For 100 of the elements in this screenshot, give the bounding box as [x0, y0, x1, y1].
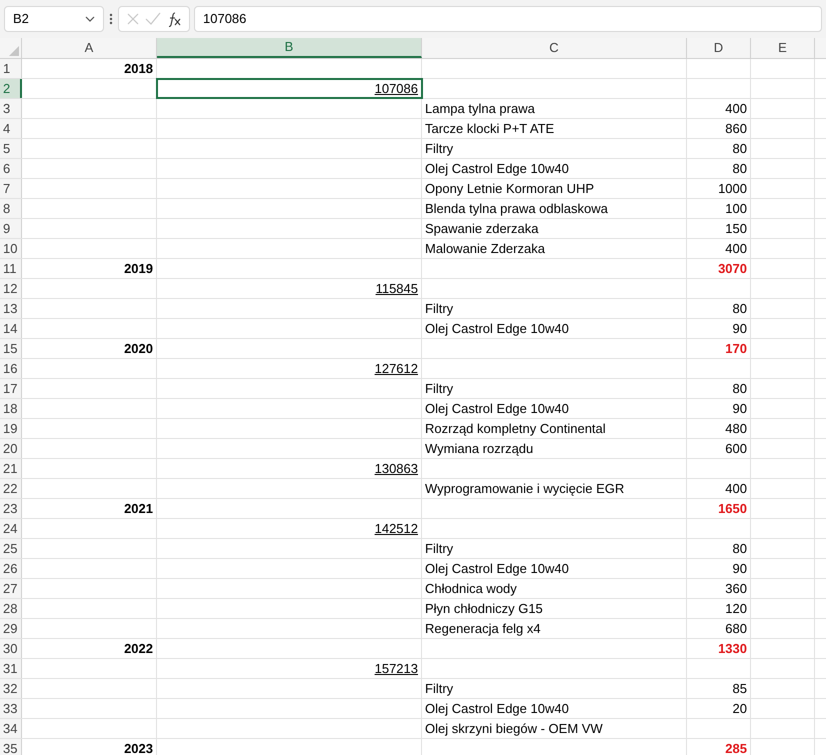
row-header[interactable]: 2 — [0, 79, 22, 98]
item-cell-text: Olej skrzyni biegów - OEM VW — [425, 720, 603, 738]
year-cell-text: 2023 — [124, 740, 153, 755]
cost-cell-text: 400 — [725, 480, 747, 498]
item-cell-text: Rozrząd kompletny Continental — [425, 420, 606, 438]
row-header[interactable]: 33 — [0, 699, 22, 718]
row-header[interactable]: 29 — [0, 619, 22, 638]
column-header[interactable]: D — [687, 38, 751, 58]
item-cell-text: Filtry — [425, 680, 454, 698]
item-cell-text: Olej Castrol Edge 10w40 — [425, 700, 569, 718]
cost-cell-text: 90 — [732, 400, 747, 418]
item-cell-text: Chłodnica wody — [425, 580, 517, 598]
formula-field[interactable]: 107086 — [194, 6, 822, 32]
row-header[interactable]: 26 — [0, 559, 22, 578]
total-cell-text: 170 — [725, 340, 747, 358]
row-header[interactable]: 3 — [0, 99, 22, 118]
row-header[interactable]: 24 — [0, 519, 22, 538]
cost-cell-text: 680 — [725, 620, 747, 638]
row-header[interactable]: 31 — [0, 659, 22, 678]
row-header[interactable]: 23 — [0, 499, 22, 518]
year-cell-text: 2018 — [124, 60, 153, 78]
item-cell-text: Malowanie Zderzaka — [425, 240, 545, 258]
year-cell-text: 2021 — [124, 500, 153, 518]
column-header[interactable]: C — [422, 38, 687, 58]
cost-cell-text: 480 — [725, 420, 747, 438]
cost-cell-text: 85 — [732, 680, 747, 698]
item-cell-text: Filtry — [425, 140, 454, 158]
name-box[interactable]: B2 — [4, 6, 104, 32]
row-header[interactable]: 18 — [0, 399, 22, 418]
cost-cell-text: 80 — [732, 140, 747, 158]
cost-cell-text: 1000 — [718, 180, 747, 198]
cost-cell-text: 90 — [732, 320, 747, 338]
item-cell-text: Olej Castrol Edge 10w40 — [425, 560, 569, 578]
row-header[interactable]: 13 — [0, 299, 22, 318]
row-header[interactable]: 17 — [0, 379, 22, 398]
cost-cell-text: 600 — [725, 440, 747, 458]
more-options-icon[interactable] — [108, 12, 114, 26]
checkmark-icon[interactable] — [144, 12, 161, 26]
year-cell-text: 2020 — [124, 340, 153, 358]
item-cell-text: Olej Castrol Edge 10w40 — [425, 160, 569, 178]
row-header[interactable]: 21 — [0, 459, 22, 478]
item-cell-text: Regeneracja felg x4 — [425, 620, 541, 638]
row-header[interactable]: 30 — [0, 639, 22, 658]
cost-cell-text: 100 — [725, 200, 747, 218]
item-cell-text: Blenda tylna prawa odblaskowa — [425, 200, 608, 218]
item-cell-text: Opony Letnie Kormoran UHP — [425, 180, 594, 198]
function-icon[interactable] — [166, 11, 182, 27]
item-cell-text: Filtry — [425, 380, 454, 398]
row-header[interactable]: 7 — [0, 179, 22, 198]
row-header[interactable]: 8 — [0, 199, 22, 218]
item-cell-text: Olej Castrol Edge 10w40 — [425, 400, 569, 418]
cost-cell-text: 860 — [725, 120, 747, 138]
total-cell-text: 3070 — [718, 260, 747, 278]
cost-cell-text: 80 — [732, 540, 747, 558]
cost-cell-text: 80 — [732, 380, 747, 398]
row-header[interactable]: 4 — [0, 119, 22, 138]
row-header[interactable]: 22 — [0, 479, 22, 498]
item-cell-text: Spawanie zderzaka — [425, 220, 538, 238]
row-header[interactable]: 12 — [0, 279, 22, 298]
row-header[interactable]: 5 — [0, 139, 22, 158]
total-cell-text: 285 — [725, 740, 747, 755]
row-header[interactable]: 15 — [0, 339, 22, 358]
chevron-down-icon — [85, 16, 95, 22]
item-cell-text: Wymiana rozrządu — [425, 440, 534, 458]
cost-cell-text: 80 — [732, 300, 747, 318]
year-cell-text: 2019 — [124, 260, 153, 278]
item-cell-text: Wyprogramowanie i wycięcie EGR — [425, 480, 624, 498]
mileage-cell-text: 115845 — [376, 280, 418, 298]
column-header[interactable]: E — [751, 38, 815, 58]
cost-cell-text: 80 — [732, 160, 747, 178]
row-header[interactable]: 28 — [0, 599, 22, 618]
mileage-cell-text: 142512 — [374, 520, 418, 538]
row-header[interactable]: 20 — [0, 439, 22, 458]
select-all-icon[interactable] — [9, 46, 19, 56]
row-header[interactable]: 11 — [0, 259, 22, 278]
row-header[interactable]: 19 — [0, 419, 22, 438]
column-header[interactable]: B — [157, 38, 422, 58]
total-cell-text: 1650 — [718, 500, 747, 518]
mileage-cell-text: 157213 — [374, 660, 418, 678]
row-header[interactable]: 10 — [0, 239, 22, 258]
row-header[interactable]: 14 — [0, 319, 22, 338]
cost-cell-text: 90 — [732, 560, 747, 578]
cost-cell-text: 400 — [725, 100, 747, 118]
row-header[interactable]: 16 — [0, 359, 22, 378]
cost-cell-text: 20 — [732, 700, 747, 718]
row-header[interactable]: 25 — [0, 539, 22, 558]
cost-cell-text: 150 — [725, 220, 747, 238]
item-cell-text: Olej Castrol Edge 10w40 — [425, 320, 569, 338]
cost-cell-text: 400 — [725, 240, 747, 258]
close-icon[interactable] — [126, 12, 140, 26]
row-header[interactable]: 32 — [0, 679, 22, 698]
mileage-cell-text: 127612 — [374, 360, 418, 378]
row-header[interactable]: 34 — [0, 719, 22, 738]
row-header[interactable]: 1 — [0, 59, 22, 78]
row-header[interactable]: 35 — [0, 739, 22, 755]
row-header[interactable]: 27 — [0, 579, 22, 598]
mileage-cell-text: 107086 — [374, 80, 418, 98]
row-header[interactable]: 9 — [0, 219, 22, 238]
cost-cell-text: 360 — [725, 580, 747, 598]
row-header[interactable]: 6 — [0, 159, 22, 178]
